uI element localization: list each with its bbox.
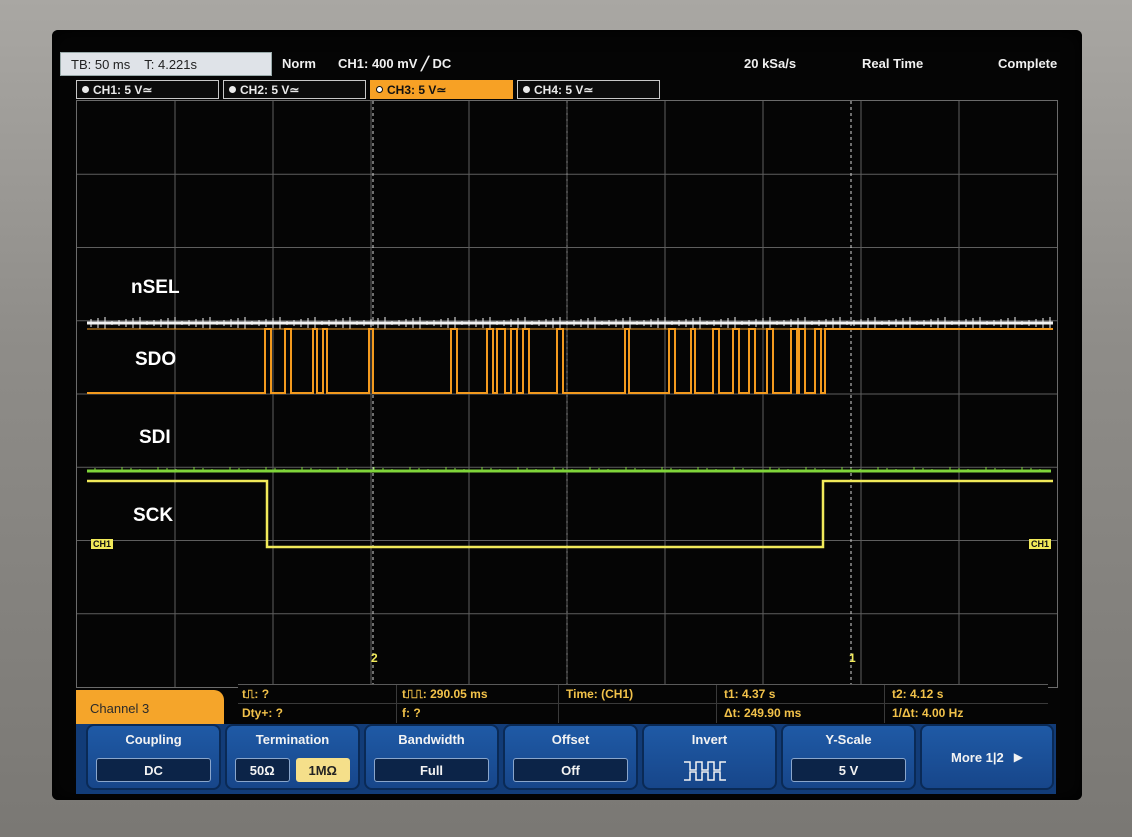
softkey-bar: Coupling DC Termination 50Ω 1MΩ Bandwidt… [76,724,1056,794]
yscale-value: 5 V [791,758,906,782]
cursor-2-marker[interactable]: 2 [371,651,378,665]
invert-waveform-icon [684,761,726,781]
cursor-1-marker[interactable]: 1 [849,651,856,665]
yscale-softkey[interactable]: Y-Scale 5 V [781,724,916,790]
channel-tab-label: CH2: 5 V≃ [240,82,300,97]
signal-label-sdo: SDO [135,349,177,370]
channel-tab-label: CH1: 5 V≃ [93,82,153,97]
waveform-display[interactable]: nSEL SDO SDI SCK 2 1 CH1 CH1 [76,100,1058,688]
channel-tab-1[interactable]: CH1: 5 V≃ [76,80,219,99]
measurement-panel: t⎍: ? t⎍⎍: 290.05 ms Time: (CH1) t1: 4.3… [238,684,1048,723]
trigger-source[interactable]: CH1: 400 mV ╱ DC [338,56,451,72]
channel-tab-2[interactable]: CH2: 5 V≃ [223,80,366,99]
channel-dot-icon [82,86,89,93]
delta-t: Δt: 249.90 ms [724,706,802,720]
inverse-delta-t: 1/Δt: 4.00 Hz [892,706,964,720]
cursor-t2: t2: 4.12 s [892,687,944,701]
timebase-value: TB: 50 ms [71,56,131,72]
channel-dot-icon [523,86,530,93]
signal-label-sck: SCK [133,505,174,526]
termination-title: Termination [255,732,330,747]
offset-title: Offset [551,732,590,747]
channel-dot-icon [229,86,236,93]
bandwidth-title: Bandwidth [398,732,465,747]
channel-tab-4[interactable]: CH4: 5 V≃ [517,80,660,99]
duty-measurement: Dty+: ? [242,706,284,720]
coupling-title: Coupling [125,732,182,747]
ch-right-marker[interactable]: CH1 [1029,539,1052,549]
neg-pulse-measurement: t⎍⎍: 290.05 ms [402,687,488,701]
acquisition-mode: Real Time [862,56,924,71]
oscilloscope-screen: TB: 50 ms T: 4.221s Norm CH1: 400 mV ╱ D… [52,30,1082,800]
termination-1mohm-option[interactable]: 1MΩ [295,758,350,782]
signal-label-sdi: SDI [139,427,171,448]
channel-dot-icon [376,86,383,93]
signal-label-nsel: nSEL [131,277,180,298]
acq-mode[interactable]: Norm [282,56,316,71]
trace-sck [87,479,1053,549]
channel-tab-label: CH3: 5 V≃ [387,82,447,97]
offset-softkey[interactable]: Offset Off [503,724,638,790]
bandwidth-softkey[interactable]: Bandwidth Full [364,724,499,790]
waveform-traces [87,317,1053,549]
bandwidth-value: Full [374,758,489,782]
timebase-box[interactable]: TB: 50 ms T: 4.221s [60,52,272,76]
sample-rate: 20 kSa/s [744,56,797,71]
coupling-softkey[interactable]: Coupling DC [86,724,221,790]
trace-sdo [87,328,1053,394]
offset-value: Off [513,758,628,782]
termination-options: 50Ω 1MΩ [235,758,350,782]
time-reference: Time: (CH1) [566,687,634,701]
yscale-title: Y-Scale [825,732,872,747]
channel-tab-label: CH4: 5 V≃ [534,82,594,97]
termination-softkey[interactable]: Termination 50Ω 1MΩ [225,724,360,790]
more-label: More 1|2 [950,749,1004,765]
waveform-canvas [77,101,1057,687]
menu-title: Channel 3 [90,700,150,716]
termination-50ohm-option[interactable]: 50Ω [235,758,290,782]
coupling-value: DC [96,758,211,782]
cursor-t1: t1: 4.37 s [724,687,776,701]
arrow-right-icon: ▶ [1013,750,1023,764]
more-softkey[interactable]: More 1|2 ▶ [920,724,1054,790]
invert-softkey[interactable]: Invert [642,724,777,790]
trigger-time-value: T: 4.221s [144,56,198,72]
invert-title: Invert [691,732,728,747]
menu-title-tab: Channel 3 [76,690,224,726]
frequency-measurement: f: ? [402,706,421,720]
acquisition-state: Complete [998,56,1058,71]
ch-left-marker[interactable]: CH1 [91,539,114,549]
pos-pulse-measurement: t⎍: ? [242,687,270,701]
channel-tab-3[interactable]: CH3: 5 V≃ [370,80,513,99]
